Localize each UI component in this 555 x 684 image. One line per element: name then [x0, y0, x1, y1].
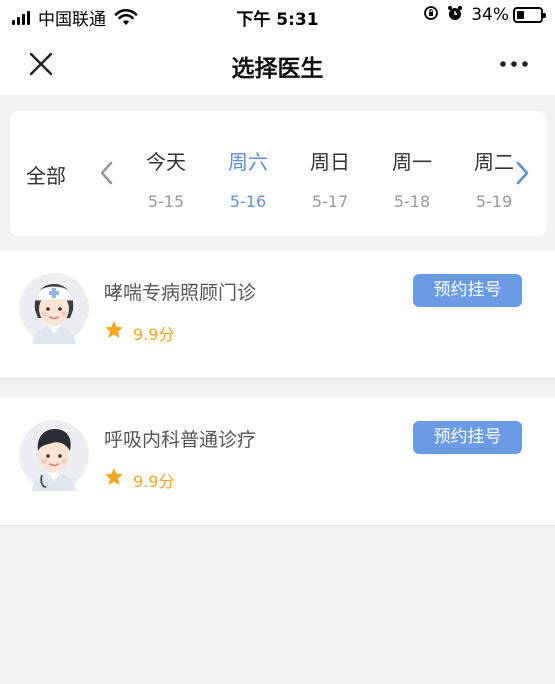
battery-icon: [513, 7, 546, 23]
date-tab[interactable]: 今天 5-15: [125, 111, 207, 236]
star-icon: [105, 468, 123, 485]
date-tab-weekday: 周二: [474, 150, 513, 174]
more-icon[interactable]: [497, 54, 531, 74]
all-dates-tab[interactable]: 全部: [26, 160, 66, 189]
date-tab-selected[interactable]: 周六 5-16: [207, 111, 289, 236]
date-tab-weekday: 周六: [228, 150, 268, 174]
doctor-score: 9.9分: [133, 472, 175, 491]
date-tab[interactable]: 周二 5-19: [453, 111, 513, 236]
status-bar: 中国联通 下午 5:31 34%: [0, 0, 555, 32]
star-icon: [105, 321, 123, 338]
battery-percent: 34%: [471, 5, 509, 25]
date-strip: 今天 5-15 周六 5-16 周日 5-17 周一 5-18 周二 5-19: [125, 111, 513, 236]
page-title: 选择医生: [231, 56, 324, 82]
nurse-avatar: [19, 273, 89, 344]
date-tab[interactable]: 周日 5-17: [289, 111, 371, 236]
status-right: 34%: [423, 5, 546, 25]
doctor-card[interactable]: 呼吸内科普通诊疗 9.9分 预约挂号: [0, 398, 555, 526]
date-tab-weekday: 今天: [146, 150, 186, 174]
book-appointment-button[interactable]: 预约挂号: [413, 274, 522, 307]
doctor-clinic-name: 哮喘专病照顾门诊: [104, 282, 257, 304]
date-tab-weekday: 周日: [310, 150, 350, 174]
date-tab-date: 5-16: [229, 192, 267, 211]
chevron-right-icon[interactable]: [513, 158, 533, 188]
date-tab-weekday: 周一: [392, 150, 432, 174]
doctor-avatar: [19, 420, 89, 491]
navigation-bar: 选择医生: [0, 32, 555, 95]
date-tab-date: 5-17: [311, 192, 349, 211]
doctor-clinic-name: 呼吸内科普通诊疗: [104, 429, 257, 451]
alarm-icon: [447, 5, 463, 25]
doctor-score: 9.9分: [133, 325, 175, 344]
chevron-left-icon[interactable]: [96, 158, 116, 188]
book-appointment-button[interactable]: 预约挂号: [413, 421, 522, 454]
date-tab-date: 5-19: [475, 192, 513, 211]
date-tab-date: 5-15: [147, 192, 185, 211]
date-tab[interactable]: 周一 5-18: [371, 111, 453, 236]
date-selector: 全部 今天 5-15 周六 5-16 周日 5-17 周一 5-18 周二 5-…: [10, 111, 546, 236]
rotation-lock-icon: [423, 5, 439, 25]
doctor-card[interactable]: 哮喘专病照顾门诊 9.9分 预约挂号: [0, 251, 555, 379]
date-tab-date: 5-18: [393, 192, 431, 211]
